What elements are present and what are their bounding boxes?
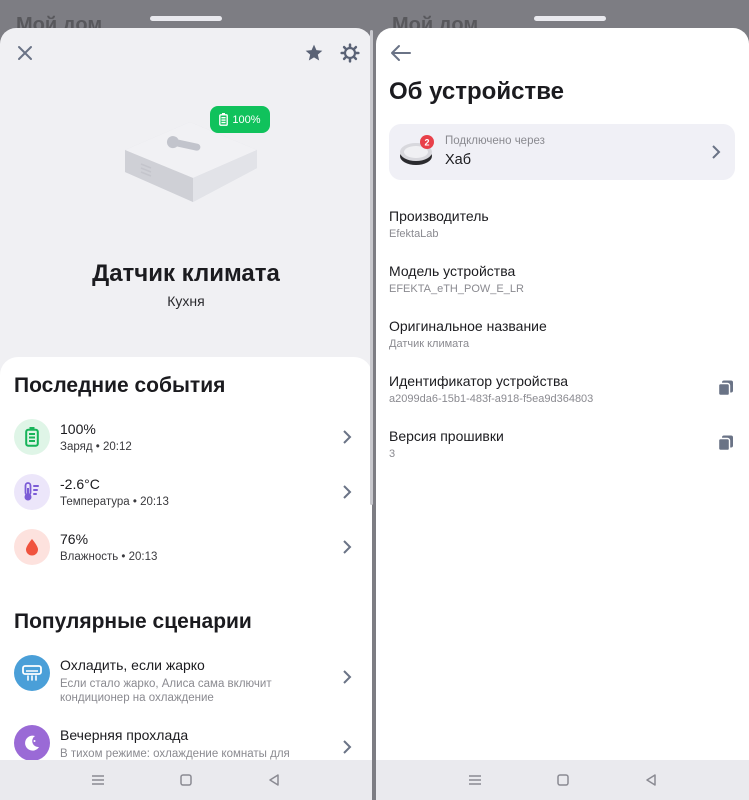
copy-icon[interactable] (717, 379, 735, 397)
star-icon[interactable] (301, 40, 327, 66)
about-device-sheet: Об устройстве 2 Подключено через Хаб Про… (376, 28, 749, 800)
device-name: Датчик климата (92, 260, 280, 287)
info-value: EFEKTA_eTH_POW_E_LR (389, 283, 524, 295)
scenario-description: Если стало жарко, Алиса сама включит кон… (60, 678, 272, 704)
device-room: Кухня (167, 293, 205, 309)
info-key: Идентификатор устройства (389, 373, 569, 389)
device-toolbar (0, 28, 372, 80)
event-row-battery[interactable]: 100% Заряд • 20:12 (14, 419, 358, 459)
page-title: Об устройстве (389, 78, 564, 105)
hub-connection-card[interactable]: 2 Подключено через Хаб (389, 124, 735, 180)
hub-badge-count: 2 (424, 138, 429, 148)
chevron-right-icon (343, 430, 352, 444)
scenario-title: Охладить, если жарко (60, 657, 205, 673)
info-device-id: Идентификатор устройства a2099da6-15b1-4… (389, 373, 735, 413)
chevron-right-icon (343, 740, 352, 754)
scenario-row-cool[interactable]: Охладить, если жарко Если стало жарко, А… (14, 655, 358, 705)
info-model: Модель устройства EFEKTA_eTH_POW_E_LR (389, 263, 735, 303)
back-triangle-icon[interactable] (643, 772, 659, 788)
event-value: 100% (60, 421, 96, 437)
hub-image: 2 (400, 135, 434, 165)
info-value: EfektaLab (389, 228, 439, 240)
event-row-temperature[interactable]: -2.6°C Температура • 20:13 (14, 474, 358, 514)
battery-badge: 100% (210, 106, 270, 133)
air-conditioner-icon (14, 655, 50, 691)
thermometer-icon (14, 474, 50, 510)
info-firmware: Версия прошивки 3 (389, 428, 735, 468)
copy-icon[interactable] (717, 434, 735, 452)
battery-icon (219, 113, 229, 126)
menu-icon[interactable] (467, 772, 483, 788)
scenarios-title: Популярные сценарии (14, 610, 252, 633)
event-detail: Температура • 20:13 (60, 496, 169, 508)
sheet-drag-handle[interactable] (150, 16, 222, 21)
chevron-right-icon (343, 670, 352, 684)
scenario-title: Вечерняя прохлада (60, 727, 189, 743)
info-manufacturer: Производитель EfektaLab (389, 208, 735, 248)
sheet-drag-handle[interactable] (534, 16, 606, 21)
hub-connection-label: Подключено через (445, 135, 545, 147)
info-original-name: Оригинальное название Датчик климата (389, 318, 735, 358)
back-arrow-icon[interactable] (388, 42, 414, 64)
info-key: Производитель (389, 208, 489, 224)
chevron-right-icon (712, 145, 721, 159)
gear-icon[interactable] (337, 40, 363, 66)
info-key: Версия прошивки (389, 428, 504, 444)
events-title: Последние события (14, 374, 226, 397)
info-value: Датчик климата (389, 338, 470, 350)
info-key: Модель устройства (389, 263, 516, 279)
chevron-right-icon (343, 485, 352, 499)
system-nav-bar (376, 760, 749, 800)
home-square-icon[interactable] (555, 772, 571, 788)
info-key: Оригинальное название (389, 318, 547, 334)
moon-icon (14, 725, 50, 761)
scrollbar[interactable] (370, 30, 373, 505)
event-value: 76% (60, 531, 89, 547)
back-triangle-icon[interactable] (266, 772, 282, 788)
battery-badge-label: 100% (232, 113, 261, 126)
device-sheet: 100% Датчик климата Кухня Последние собы… (0, 28, 372, 800)
home-square-icon[interactable] (178, 772, 194, 788)
info-value: a2099da6-15b1-483f-a918-f5ea9d364803 (389, 393, 594, 405)
battery-icon (14, 419, 50, 455)
chevron-right-icon (343, 540, 352, 554)
drop-icon (14, 529, 50, 565)
event-row-humidity[interactable]: 76% Влажность • 20:13 (14, 529, 358, 569)
hub-name: Хаб (445, 152, 472, 168)
close-icon[interactable] (12, 40, 38, 66)
info-value: 3 (389, 448, 396, 460)
menu-icon[interactable] (90, 772, 106, 788)
content-sheet: Последние события 100% Заряд • 20:12 -2.… (0, 357, 372, 800)
event-detail: Заряд • 20:12 (60, 441, 132, 453)
event-detail: Влажность • 20:13 (60, 551, 158, 563)
system-nav-bar (0, 760, 372, 800)
event-value: -2.6°C (60, 476, 100, 492)
